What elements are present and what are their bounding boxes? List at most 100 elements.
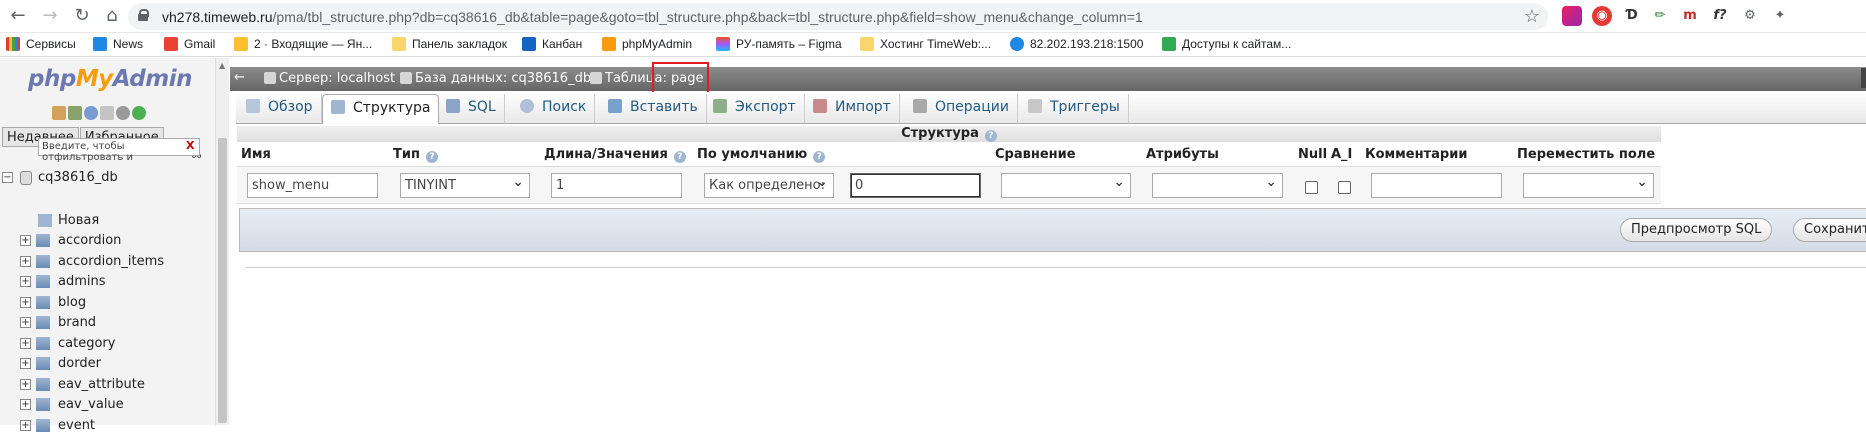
d-icon[interactable]: Ɗ — [1622, 6, 1642, 26]
settings-icon[interactable] — [116, 106, 130, 120]
tab-browse[interactable]: Обзор — [238, 94, 322, 124]
bookmark-phpmyadmin[interactable]: phpMyAdmin — [602, 37, 692, 53]
expand-icon[interactable]: + — [20, 358, 31, 369]
bookmark-figma[interactable]: РУ-память – Figma — [716, 37, 842, 53]
home-icon[interactable] — [52, 106, 66, 120]
tree-db-row[interactable]: − cq38616_db — [0, 168, 215, 189]
back-arrow-icon[interactable]: ← — [6, 4, 30, 28]
bookmark-inbox[interactable]: 2 · Входящие — Ян... — [234, 37, 372, 53]
field-length-input[interactable]: 1 — [551, 173, 682, 198]
help-icon[interactable]: ? — [813, 151, 825, 163]
preview-sql-button[interactable]: Предпросмотр SQL — [1620, 218, 1772, 242]
docs-icon[interactable] — [100, 106, 114, 120]
field-attributes-select[interactable] — [1152, 173, 1283, 198]
tree-table-row[interactable]: + event — [0, 416, 215, 436]
bookmark-panel[interactable]: Панель закладок — [392, 37, 507, 53]
help-icon[interactable]: ? — [674, 151, 686, 163]
field-comments-input[interactable] — [1371, 173, 1502, 198]
collapse-icon[interactable]: − — [2, 172, 13, 183]
field-name-input[interactable]: show_menu — [247, 173, 378, 198]
new-table-label[interactable]: Новая — [58, 213, 99, 228]
pma-logo[interactable]: phpMyAdmin — [28, 66, 192, 92]
tree-table-row[interactable]: + admins — [0, 272, 215, 293]
bookmark-services[interactable]: Сервисы — [6, 37, 76, 53]
table-name[interactable]: accordion_items — [58, 254, 164, 269]
expand-icon[interactable]: + — [20, 297, 31, 308]
exit-icon[interactable] — [68, 106, 82, 120]
bookmark-star-icon[interactable]: ☆ — [1524, 6, 1540, 27]
field-default-value-input[interactable]: 0 — [850, 173, 981, 198]
table-name[interactable]: eav_value — [58, 397, 124, 412]
table-name[interactable]: eav_attribute — [58, 377, 145, 392]
filter-clear-button[interactable]: X — [186, 139, 194, 152]
expand-icon[interactable]: + — [20, 317, 31, 328]
reload-icon[interactable]: ↻ — [70, 4, 94, 28]
collapse-nav-icon[interactable]: ← — [234, 70, 250, 88]
tree-table-row[interactable]: + brand — [0, 313, 215, 334]
field-default-select[interactable]: Как определено: — [704, 173, 834, 198]
tab-triggers[interactable]: Триггеры — [1020, 94, 1129, 124]
expand-icon[interactable]: + — [20, 276, 31, 287]
pen-icon[interactable]: ✏ — [1650, 6, 1670, 26]
help-icon[interactable] — [84, 106, 98, 120]
tree-new-row[interactable]: Новая — [0, 211, 215, 232]
filter-input[interactable]: Введите, чтобы отфильтровать и — [38, 138, 200, 156]
bookmark-news[interactable]: News — [93, 37, 143, 53]
table-name[interactable]: dorder — [58, 356, 101, 371]
puzzle-icon[interactable]: ✦ — [1770, 6, 1790, 26]
refresh-icon[interactable] — [132, 106, 146, 120]
tab-insert[interactable]: Вставить — [600, 94, 707, 124]
tab-operations[interactable]: Операции — [905, 94, 1018, 124]
tree-table-row[interactable]: + category — [0, 334, 215, 355]
tab-structure[interactable]: Структура — [322, 94, 439, 124]
bookmark-gmail[interactable]: Gmail — [164, 37, 215, 53]
breadcrumb-server[interactable]: Сервер: localhost » — [264, 71, 407, 86]
expand-icon[interactable]: + — [20, 379, 31, 390]
expand-icon[interactable]: + — [20, 399, 31, 410]
tree-table-row[interactable]: + dorder — [0, 354, 215, 375]
table-name[interactable]: blog — [58, 295, 86, 310]
bookmark-access[interactable]: Доступы к сайтам... — [1162, 37, 1291, 53]
field-type-select[interactable]: TINYINT — [400, 173, 530, 198]
db-name[interactable]: cq38616_db — [38, 170, 118, 185]
scroll-thumb[interactable] — [218, 138, 227, 423]
bookmark-timeweb[interactable]: Хостинг TimeWeb:... — [860, 37, 991, 53]
table-name[interactable]: event — [58, 418, 95, 433]
tab-import[interactable]: Импорт — [805, 94, 900, 124]
tree-table-row[interactable]: + blog — [0, 293, 215, 314]
scroll-up-icon[interactable]: ▲ — [219, 61, 225, 70]
shield-icon[interactable]: ◉ — [1592, 6, 1612, 26]
bookmark-kanban[interactable]: Канбан — [522, 37, 582, 53]
f-icon[interactable]: f? — [1710, 6, 1730, 26]
null-checkbox[interactable] — [1305, 181, 1318, 194]
home-icon[interactable]: ⌂ — [100, 4, 124, 28]
field-collation-select[interactable] — [1001, 173, 1131, 198]
tree-table-row[interactable]: + eav_value — [0, 395, 215, 416]
address-bar[interactable]: vh278.timeweb.ru/pma/tbl_structure.php?d… — [128, 3, 1548, 30]
expand-icon[interactable]: + — [20, 256, 31, 267]
table-name[interactable]: category — [58, 336, 115, 351]
tree-table-row[interactable]: + accordion — [0, 231, 215, 252]
help-icon[interactable]: ? — [426, 151, 438, 163]
table-name[interactable]: admins — [58, 274, 106, 289]
table-name[interactable]: brand — [58, 315, 96, 330]
expand-icon[interactable]: + — [20, 420, 31, 431]
nav-scrollbar[interactable]: ▲ — [215, 58, 229, 425]
table-name[interactable]: accordion — [58, 233, 121, 248]
m-icon[interactable]: m — [1680, 6, 1700, 26]
gear-icon[interactable]: ⚙ — [1740, 6, 1760, 26]
expand-icon[interactable]: + — [20, 338, 31, 349]
tab-export[interactable]: Экспорт — [705, 94, 805, 124]
breadcrumb-database[interactable]: База данных: cq38616_db » — [400, 71, 603, 86]
cube-icon[interactable] — [1562, 6, 1582, 26]
auto-increment-checkbox[interactable] — [1338, 181, 1351, 194]
save-button[interactable]: Сохранить — [1793, 218, 1866, 242]
expand-icon[interactable]: + — [20, 235, 31, 246]
bookmark-ip[interactable]: 82.202.193.218:1500 — [1010, 37, 1143, 53]
tree-table-row[interactable]: + accordion_items — [0, 252, 215, 273]
forward-arrow-icon[interactable]: → — [38, 4, 62, 28]
tab-search[interactable]: Поиск — [512, 94, 595, 124]
help-icon[interactable]: ? — [985, 130, 997, 142]
field-move-select[interactable] — [1523, 173, 1654, 198]
tree-table-row[interactable]: + eav_attribute — [0, 375, 215, 396]
